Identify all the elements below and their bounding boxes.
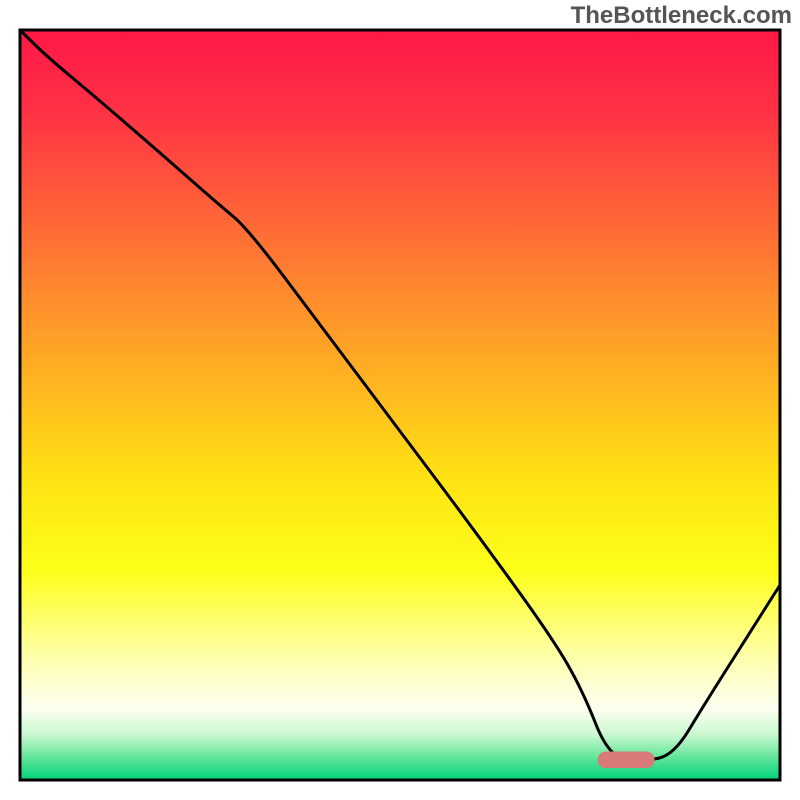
chart-container: TheBottleneck.com: [0, 0, 800, 800]
watermark-text: TheBottleneck.com: [571, 2, 792, 30]
gradient-background: [20, 30, 780, 780]
optimum-marker: [598, 752, 655, 769]
bottleneck-chart: [0, 0, 800, 800]
